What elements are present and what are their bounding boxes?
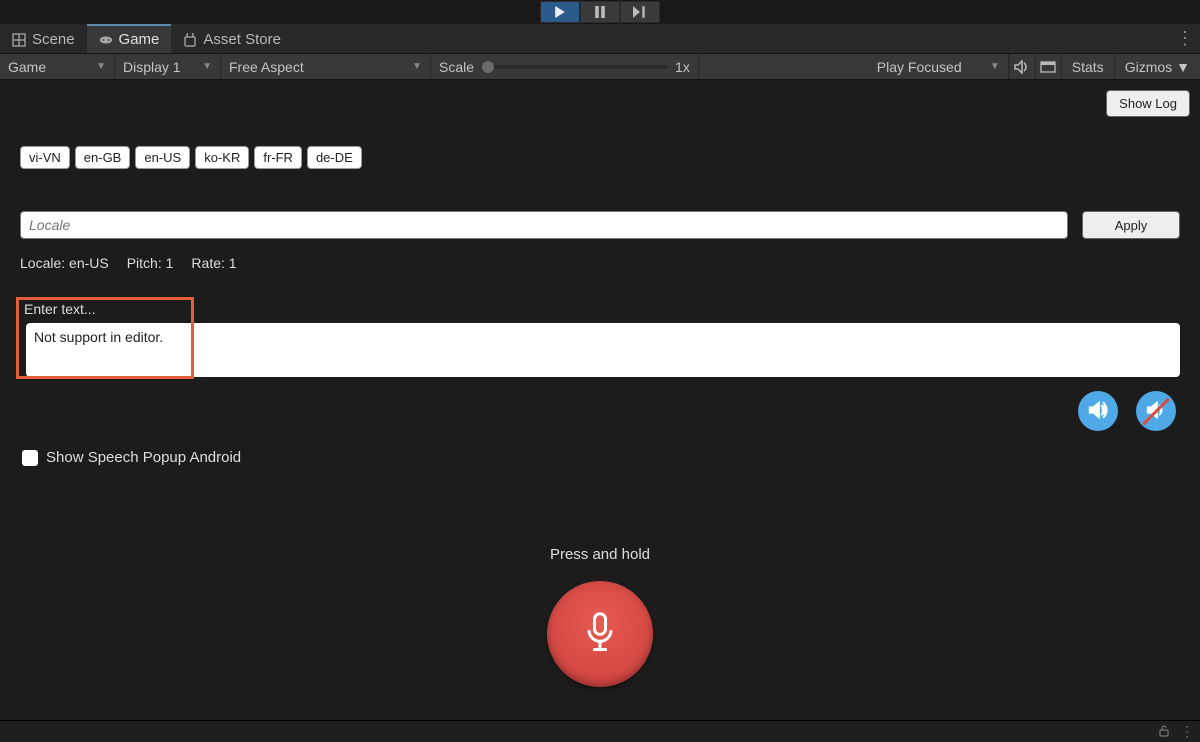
tab-game[interactable]: Game [87, 24, 172, 53]
locale-input[interactable] [20, 211, 1068, 239]
panel-menu-icon[interactable]: ⋮ [1180, 723, 1194, 740]
view-dropdown-label: Game [8, 59, 46, 75]
display-dropdown-label: Display 1 [123, 59, 181, 75]
gizmos-label: Gizmos [1125, 59, 1172, 75]
tab-scene-label: Scene [32, 31, 75, 48]
gamepad-icon [99, 33, 113, 47]
status-rate: Rate: 1 [191, 255, 236, 271]
show-log-button[interactable]: Show Log [1106, 90, 1190, 117]
bottom-status-bar: ⋮ [0, 720, 1200, 742]
lang-pill[interactable]: vi-VN [20, 146, 70, 169]
lang-pill[interactable]: en-US [135, 146, 190, 169]
stats-label: Stats [1072, 59, 1104, 75]
step-button[interactable] [620, 1, 660, 23]
locale-row: Apply [20, 211, 1180, 239]
play-controls-bar [0, 0, 1200, 24]
press-hold-label: Press and hold [10, 546, 1190, 563]
grid-icon [12, 33, 26, 47]
tab-asset-store[interactable]: Asset Store [171, 24, 293, 53]
status-locale: Locale: en-US [20, 255, 109, 271]
apply-button[interactable]: Apply [1082, 211, 1180, 239]
aspect-dropdown-label: Free Aspect [229, 59, 304, 75]
speaker-icon [1087, 399, 1109, 424]
scale-value: 1x [675, 59, 690, 75]
mute-button[interactable] [1136, 391, 1176, 431]
lang-pill[interactable]: en-GB [75, 146, 131, 169]
show-popup-row: Show Speech Popup Android [22, 449, 1190, 466]
scale-slider[interactable] [482, 65, 667, 69]
aspect-dropdown[interactable]: Free Aspect ▼ [221, 54, 431, 79]
microphone-icon [583, 611, 617, 658]
chevron-down-icon: ▼ [1176, 59, 1190, 75]
chevron-down-icon: ▼ [412, 61, 422, 72]
lang-pill[interactable]: ko-KR [195, 146, 249, 169]
pause-button[interactable] [580, 1, 620, 23]
view-dropdown[interactable]: Game ▼ [0, 54, 115, 79]
enter-text-label: Enter text... [24, 297, 1180, 317]
tab-asset-store-label: Asset Store [203, 31, 281, 48]
mic-button[interactable] [547, 581, 653, 687]
stats-button[interactable]: Stats [1061, 54, 1114, 79]
game-options-row: Game ▼ Display 1 ▼ Free Aspect ▼ Scale 1… [0, 54, 1200, 80]
tab-game-label: Game [119, 31, 160, 48]
display-dropdown[interactable]: Display 1 ▼ [115, 54, 221, 79]
text-input[interactable]: Not support in editor. [26, 323, 1180, 377]
audio-toggle[interactable] [1009, 54, 1035, 79]
play-button[interactable] [540, 1, 580, 23]
lang-pill[interactable]: de-DE [307, 146, 362, 169]
chevron-down-icon: ▼ [990, 61, 1000, 72]
status-row: Locale: en-US Pitch: 1 Rate: 1 [20, 255, 1190, 271]
speak-button[interactable] [1078, 391, 1118, 431]
gizmos-dropdown[interactable]: Gizmos ▼ [1114, 54, 1200, 79]
show-popup-label: Show Speech Popup Android [46, 449, 241, 466]
chevron-down-icon: ▼ [96, 61, 106, 72]
tab-scene[interactable]: Scene [0, 24, 87, 53]
show-popup-checkbox[interactable] [22, 450, 38, 466]
language-list: vi-VN en-GB en-US ko-KR fr-FR de-DE [20, 146, 1190, 169]
play-mode-dropdown[interactable]: Play Focused ▼ [869, 54, 1009, 79]
chevron-down-icon: ▼ [202, 61, 212, 72]
play-mode-label: Play Focused [877, 59, 962, 75]
view-tabs-row: Scene Game Asset Store ⋮ [0, 24, 1200, 54]
maximize-toggle[interactable] [1035, 54, 1061, 79]
panel-menu-button[interactable]: ⋮ [1176, 24, 1194, 53]
bag-icon [183, 33, 197, 47]
status-pitch: Pitch: 1 [127, 255, 174, 271]
slider-knob[interactable] [482, 61, 494, 73]
audio-buttons [10, 391, 1176, 431]
scale-control: Scale 1x [431, 54, 699, 79]
lock-icon[interactable] [1158, 724, 1170, 740]
scale-label: Scale [439, 59, 474, 75]
game-viewport: Show Log vi-VN en-GB en-US ko-KR fr-FR d… [0, 80, 1200, 720]
lang-pill[interactable]: fr-FR [254, 146, 302, 169]
text-entry-section: Enter text... Not support in editor. [16, 297, 1180, 377]
